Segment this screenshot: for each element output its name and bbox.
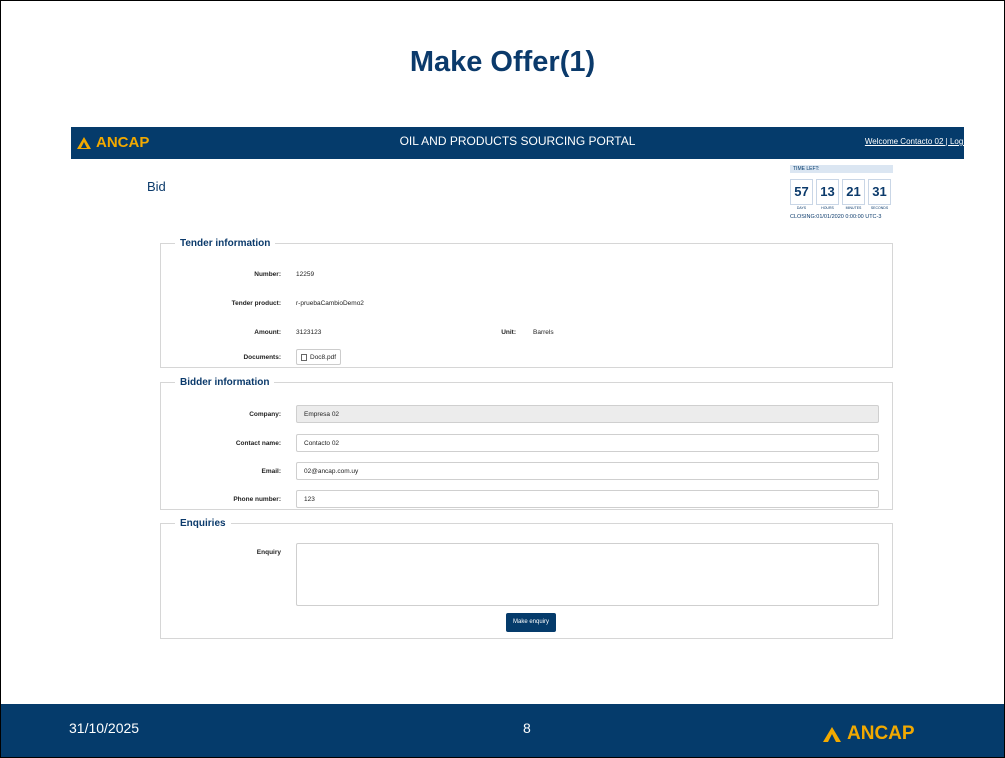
number-label: Number: [254,271,281,278]
unit-value: Barrels [533,329,554,336]
bidder-legend: Bidder information [180,377,270,388]
timer-seconds: 31 [868,179,891,205]
enquiry-label: Enquiry [256,549,281,556]
portal-title: OIL AND PRODUCTS SOURCING PORTAL [399,134,636,148]
make-enquiry-button[interactable]: Make enquiry [506,613,556,632]
timer-seconds-label: SECONDS [870,206,889,210]
tender-legend: Tender information [180,238,271,249]
tender-information-section: Tender information Number: 12259 Tender … [160,238,893,368]
page-number: 8 [523,720,531,736]
company-label: Company: [249,411,281,418]
product-value: r-pruebaCambioDemo2 [296,300,364,307]
footer-date: 31/10/2025 [69,720,140,736]
contact-name-field[interactable]: Contacto 02 [296,434,879,452]
company-field: Empresa 02 [296,405,879,423]
document-link[interactable]: Doc8.pdf [296,349,342,365]
timer-days-label: DAYS [796,206,807,210]
footer-brand: ANCAP [847,723,915,744]
enquiries-section: Enquiries Enquiry Make enquiry [160,518,893,639]
welcome-link[interactable]: Welcome Contacto 02 | Log o [865,137,964,146]
portal-header: ANCAP OIL AND PRODUCTS SOURCING PORTAL W… [71,127,964,159]
closing-date: CLOSING:01/01/2020 0:00:00 UTC-3 [790,214,882,220]
unit-label: Unit: [501,329,516,336]
ancap-logo-icon [823,726,841,742]
timer-hours: 13 [816,179,839,205]
document-name: Doc8.pdf [310,354,337,361]
amount-value: 3123123 [296,329,322,336]
timer-minutes: 21 [842,179,865,205]
timer-minutes-label: MINUTES [845,206,862,210]
countdown-timer: TIME LEFT: 57 13 21 31 DAYS HOURS MINUTE… [790,165,893,220]
portal-screenshot: ANCAP OIL AND PRODUCTS SOURCING PORTAL W… [71,127,964,667]
contact-label: Contact name: [235,440,281,447]
timer-days: 57 [790,179,813,205]
slide-footer: 31/10/2025 8 ANCAP [1,704,1004,757]
footer-logo: ANCAP [823,723,915,745]
slide-title: Make Offer(1) [409,46,596,78]
phone-field[interactable]: 123 [296,490,879,508]
amount-label: Amount: [254,329,281,336]
document-icon [301,354,307,361]
page-title: Bid [147,179,166,194]
enquiry-textarea[interactable] [296,543,879,606]
email-label: Email: [261,468,281,475]
documents-label: Documents: [243,354,281,361]
timer-label: TIME LEFT: [790,165,893,173]
phone-label: Phone number: [233,496,281,503]
enquiries-legend: Enquiries [180,518,226,529]
number-value: 12259 [296,271,315,278]
email-field[interactable]: 02@ancap.com.uy [296,462,879,480]
bidder-information-section: Bidder information Company: Empresa 02 C… [160,377,893,510]
timer-hours-label: HOURS [821,206,834,210]
product-label: Tender product: [231,300,281,307]
